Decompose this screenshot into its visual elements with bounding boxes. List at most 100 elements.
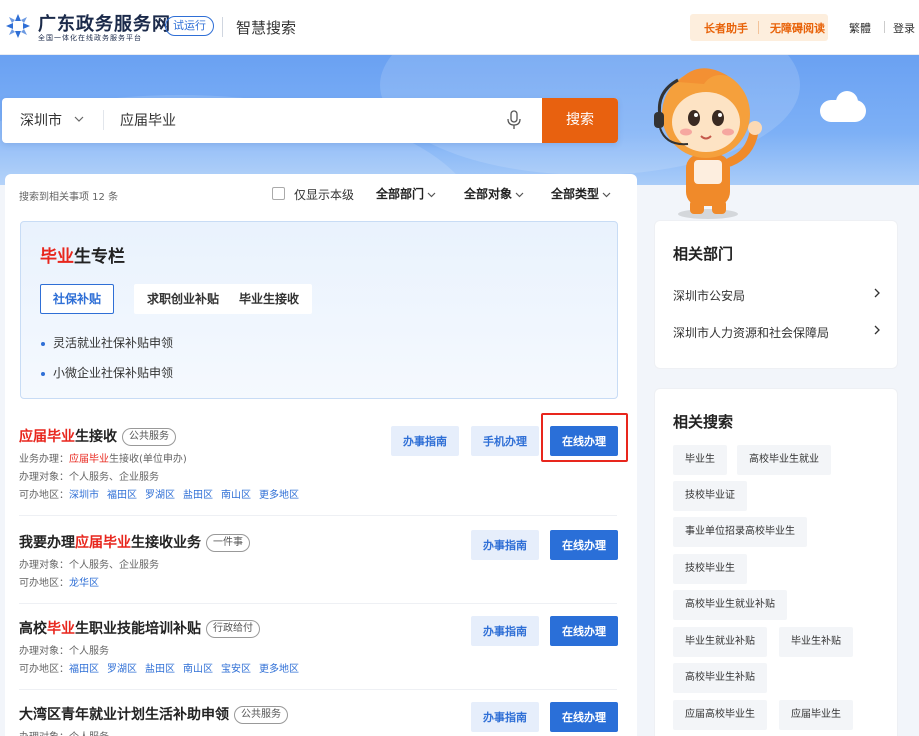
chevron-down-icon [602, 192, 611, 197]
related-departments-card: 相关部门 深圳市公安局 深圳市人力资源和社会保障局 [654, 220, 898, 369]
service-type-badge: 公共服务 [122, 428, 176, 446]
related-search-chip[interactable]: 事业单位招录高校毕业生 [673, 517, 807, 547]
result-title[interactable]: 高校毕业生职业技能培训补贴 行政给付 [19, 618, 260, 638]
online-handle-button[interactable]: 在线办理 [550, 616, 618, 646]
only-this-level-checkbox[interactable] [272, 187, 285, 200]
area-link[interactable]: 福田区 [69, 664, 99, 675]
title-highlight: 毕业 [40, 247, 74, 267]
result-count: 搜索到相关事项 12 条 [19, 192, 119, 203]
related-search-chip[interactable]: 高校毕业生就业 [737, 445, 831, 475]
related-search-chip[interactable]: 毕业生补贴 [779, 627, 853, 657]
target-filter-label: 全部对象 [464, 187, 513, 201]
search-input[interactable] [120, 106, 490, 134]
only-this-level-label[interactable]: 仅显示本级 [294, 186, 354, 203]
type-filter[interactable]: 全部类型 [551, 185, 611, 202]
guide-button[interactable]: 办事指南 [471, 530, 539, 560]
area-link[interactable]: 罗湖区 [145, 490, 175, 501]
type-filter-label: 全部类型 [551, 187, 600, 201]
graduate-column-title: 毕业生专栏 [40, 242, 125, 267]
area-link[interactable]: 深圳市 [69, 490, 99, 501]
related-search-chip[interactable]: 高校毕业生就业补贴 [673, 590, 787, 620]
city-select[interactable]: 深圳市 [20, 110, 62, 130]
area-link[interactable]: 南山区 [221, 490, 251, 501]
result-item: 大湾区青年就业计划生活补助申领公共服务 办理对象：个人服务 办事指南 在线办理 [19, 702, 618, 736]
microphone-icon[interactable] [506, 110, 522, 130]
area-link[interactable]: 盐田区 [145, 664, 175, 675]
department-filter[interactable]: 全部部门 [376, 185, 436, 202]
area-label: 可办地区： [19, 664, 69, 675]
search-button[interactable]: 搜索 [542, 98, 618, 143]
target-line: 办理对象：个人服务 [19, 646, 109, 657]
related-search-chip[interactable]: 应届高校毕业生 [673, 700, 767, 730]
title-rest: 生职业技能培训补贴 [75, 621, 201, 637]
target-line: 办理对象：个人服务、企业服务 [19, 472, 159, 483]
department-link[interactable]: 深圳市公安局 [673, 287, 881, 304]
area-link[interactable]: 南山区 [183, 664, 213, 675]
elder-helper-link[interactable]: 长者助手 [704, 20, 748, 36]
guide-button[interactable]: 办事指南 [471, 702, 539, 732]
related-search-chip[interactable]: 技校毕业证 [673, 481, 747, 511]
result-title[interactable]: 大湾区青年就业计划生活补助申领 公共服务 [19, 704, 288, 724]
title-highlight: 毕业 [47, 621, 75, 637]
related-search-chip[interactable]: 应届毕业生 [779, 700, 853, 730]
title-prefix: 大湾区青年就业计划生活补助申领 [19, 707, 229, 723]
business-label: 业务办理： [19, 454, 69, 465]
trial-badge: 试运行 [165, 16, 214, 36]
result-title[interactable]: 我要办理应届毕业生接收业务 一件事 [19, 532, 250, 552]
accessibility-toolbar: 长者助手 无障碍阅读 [690, 14, 828, 41]
area-link[interactable]: 福田区 [107, 490, 137, 501]
tab-social-security-subsidy[interactable]: 社保补贴 [40, 284, 115, 314]
department-name: 深圳市人力资源和社会保障局 [673, 326, 830, 340]
chevron-down-icon[interactable] [74, 116, 84, 122]
traditional-chinese-link[interactable]: 繁體 [849, 20, 871, 36]
guide-button[interactable]: 办事指南 [391, 426, 459, 456]
related-search-chip[interactable]: 高校毕业生补贴 [673, 663, 767, 693]
area-link[interactable]: 宝安区 [221, 664, 251, 675]
site-subtitle: 全国一体化在线政务服务平台 [38, 34, 142, 42]
title-rest: 生接收业务 [131, 535, 201, 551]
service-type-badge: 公共服务 [234, 706, 288, 724]
chevron-down-icon [515, 192, 524, 197]
related-search-chip[interactable]: 技校毕业生 [673, 554, 747, 584]
login-link[interactable]: 登录 [893, 20, 915, 36]
chevron-down-icon [427, 192, 436, 197]
mobile-handle-button[interactable]: 手机办理 [471, 426, 539, 456]
accessible-reading-link[interactable]: 无障碍阅读 [770, 20, 825, 36]
guide-button[interactable]: 办事指南 [471, 616, 539, 646]
service-type-badge: 行政给付 [206, 620, 260, 638]
related-search-chip[interactable]: 毕业生 [673, 445, 727, 475]
chevron-right-icon [874, 325, 880, 335]
chevron-right-icon [874, 288, 880, 298]
tab-job-startup-subsidy[interactable]: 求职创业补贴 [134, 284, 233, 314]
related-departments-title: 相关部门 [673, 245, 734, 263]
section-title: 智慧搜索 [236, 19, 297, 37]
area-link[interactable]: 龙华区 [69, 578, 99, 589]
target-line: 办理对象：个人服务、企业服务 [19, 560, 159, 571]
title-highlight: 应届毕业 [19, 429, 75, 445]
tab-graduate-intake[interactable]: 毕业生接收 [226, 284, 313, 314]
result-title[interactable]: 应届毕业生接收 公共服务 [19, 426, 176, 446]
online-handle-button[interactable]: 在线办理 [550, 530, 618, 560]
result-item: 应届毕业生接收 公共服务 业务办理：应届毕业生接收(单位申办) 办理对象：个人服务… [19, 426, 618, 516]
related-searches-card: 相关搜索 毕业生 高校毕业生就业 技校毕业证 事业单位招录高校毕业生 技校毕业生… [654, 388, 898, 736]
more-areas-link[interactable]: 更多地区 [259, 490, 299, 501]
area-label: 可办地区： [19, 578, 69, 589]
online-handle-button[interactable]: 在线办理 [550, 702, 618, 732]
highlight-frame [541, 413, 628, 462]
business-line: 业务办理：应届毕业生接收(单位申办) [19, 450, 187, 465]
more-areas-link[interactable]: 更多地区 [259, 664, 299, 675]
graduate-link[interactable]: 灵活就业社保补贴申领 [41, 334, 173, 351]
graduate-link[interactable]: 小微企业社保补贴申领 [41, 364, 173, 381]
target-filter[interactable]: 全部对象 [464, 185, 524, 202]
business-rest: 生接收(单位申办) [109, 454, 187, 465]
header-divider [222, 17, 223, 37]
area-link[interactable]: 罗湖区 [107, 664, 137, 675]
area-line: 可办地区：深圳市 福田区 罗湖区 盐田区 南山区 更多地区 [19, 486, 307, 501]
related-search-chip[interactable]: 毕业生就业补贴 [673, 627, 767, 657]
department-link[interactable]: 深圳市人力资源和社会保障局 [673, 324, 881, 341]
area-link[interactable]: 盐田区 [183, 490, 213, 501]
related-searches-title: 相关搜索 [673, 413, 734, 431]
title-prefix: 高校 [19, 621, 47, 637]
department-filter-label: 全部部门 [376, 187, 425, 201]
search-bar: 深圳市 搜索 [2, 98, 618, 143]
